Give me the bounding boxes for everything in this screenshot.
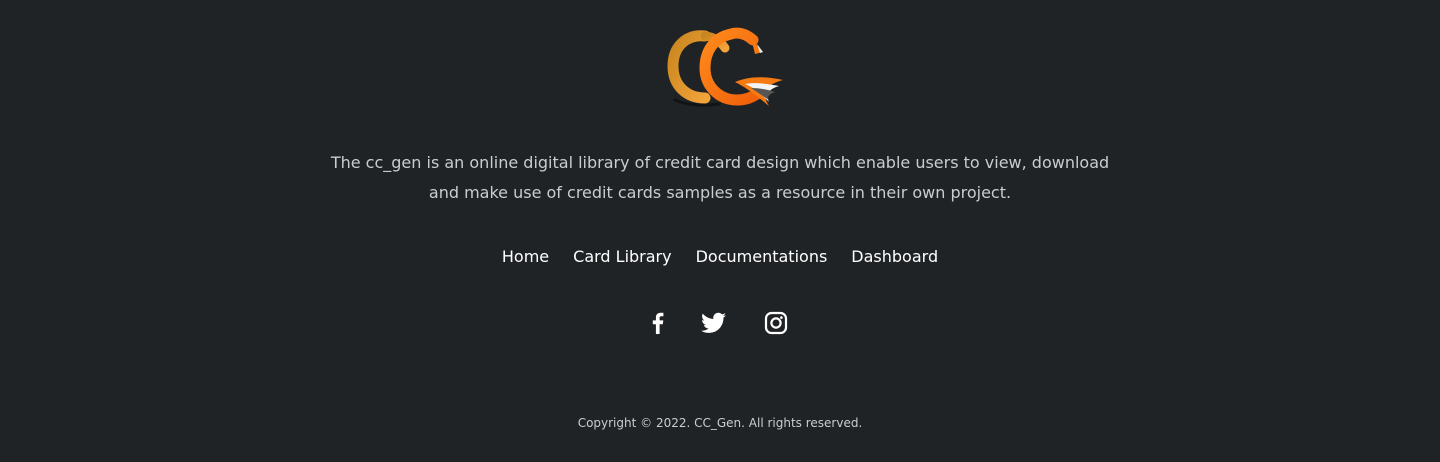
instagram-icon[interactable]: [763, 310, 789, 336]
footer-nav: Home Card Library Documentations Dashboa…: [0, 245, 1440, 269]
copyright-text: Copyright © 2022. CC_Gen. All rights res…: [577, 416, 863, 430]
nav-dashboard-link[interactable]: Dashboard: [851, 245, 938, 269]
description-line-1: The cc_gen is an online digital library …: [330, 153, 1110, 172]
site-footer: The cc_gen is an online digital library …: [0, 0, 1440, 462]
twitter-icon[interactable]: [701, 310, 727, 336]
facebook-icon[interactable]: [645, 310, 671, 336]
footer-description: The cc_gen is an online digital library …: [300, 148, 1140, 208]
social-links: [0, 310, 1440, 336]
nav-home-link[interactable]: Home: [502, 245, 549, 269]
description-line-2: and make use of credit cards samples as …: [428, 183, 1012, 202]
nav-documentations-link[interactable]: Documentations: [696, 245, 828, 269]
cc-gen-logo-icon[interactable]: [665, 26, 785, 110]
nav-card-library-link[interactable]: Card Library: [573, 245, 671, 269]
